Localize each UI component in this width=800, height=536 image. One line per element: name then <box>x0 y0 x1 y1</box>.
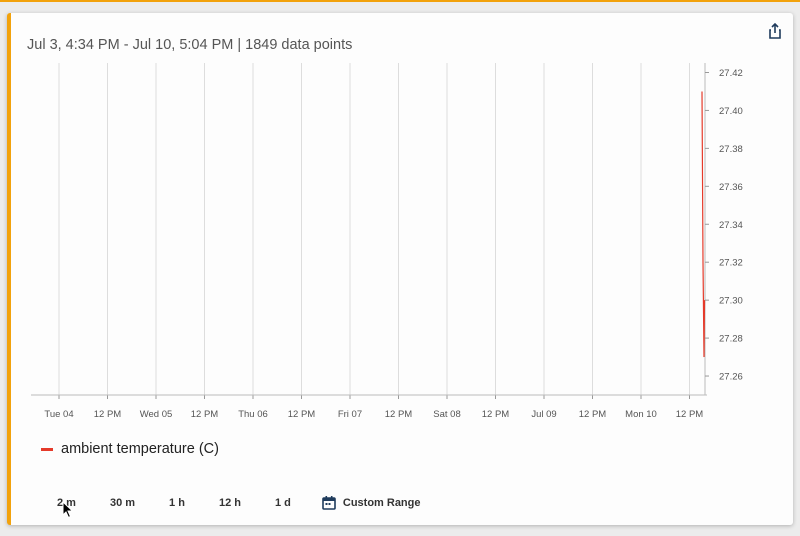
range-label: 1 d <box>274 497 291 509</box>
x-tick-label: 12 PM <box>288 409 316 420</box>
custom-range-label: Custom Range <box>342 497 421 509</box>
x-tick-label: Tue 04 <box>44 409 73 420</box>
x-tick-label: 12 PM <box>579 409 607 420</box>
chart-card: Jul 3, 4:34 PM - Jul 10, 5:04 PM | 1849 … <box>7 13 793 525</box>
chart-legend[interactable]: ambient temperature (C) <box>41 441 219 457</box>
y-tick-label: 27.38 <box>719 144 743 155</box>
x-tick-label: 12 PM <box>191 409 219 420</box>
series-line <box>701 91 706 358</box>
range-label: 12 h <box>218 497 241 509</box>
x-tick-label: Sat 08 <box>433 409 460 420</box>
x-tick-label: Thu 06 <box>238 409 268 420</box>
custom-range-button[interactable]: Custom Range <box>315 491 427 515</box>
range-30m-button[interactable]: 30 m <box>100 493 145 513</box>
y-tick-label: 27.32 <box>719 258 743 269</box>
range-label: 30 m <box>109 497 136 509</box>
x-tick-label: Fri 07 <box>338 409 362 420</box>
y-tick-label: 27.40 <box>719 106 743 117</box>
x-tick-label: Mon 10 <box>625 409 657 420</box>
range-1h-button[interactable]: 1 h <box>159 493 195 513</box>
time-range-selector: 2 m 30 m 1 h 12 h 1 d Custom Range <box>47 491 427 519</box>
y-tick-label: 27.34 <box>719 220 743 231</box>
y-tick-label: 27.36 <box>719 182 743 193</box>
y-tick-label: 27.28 <box>719 334 743 345</box>
calendar-icon <box>322 496 336 510</box>
mouse-cursor-icon <box>62 501 74 519</box>
range-2m-button[interactable]: 2 m <box>47 493 86 519</box>
y-tick-label: 27.26 <box>719 372 743 383</box>
x-tick-label: 12 PM <box>676 409 704 420</box>
range-1d-button[interactable]: 1 d <box>265 493 301 513</box>
x-tick-label: Wed 05 <box>140 409 173 420</box>
x-tick-label: 12 PM <box>482 409 510 420</box>
y-tick-label: 27.30 <box>719 296 743 307</box>
range-12h-button[interactable]: 12 h <box>209 493 251 513</box>
legend-swatch <box>41 447 53 451</box>
legend-label: ambient temperature (C) <box>61 441 219 457</box>
x-tick-label: 12 PM <box>385 409 413 420</box>
top-accent-bar <box>0 0 800 2</box>
range-label: 1 h <box>169 497 185 509</box>
y-tick-label: 27.42 <box>719 68 743 79</box>
temperature-chart: Tue 04 12 PM Wed 05 12 PM Thu 06 12 PM Fri 07 1… <box>31 63 743 420</box>
x-tick-label: Jul 09 <box>531 409 556 420</box>
x-tick-label: 12 PM <box>94 409 122 420</box>
